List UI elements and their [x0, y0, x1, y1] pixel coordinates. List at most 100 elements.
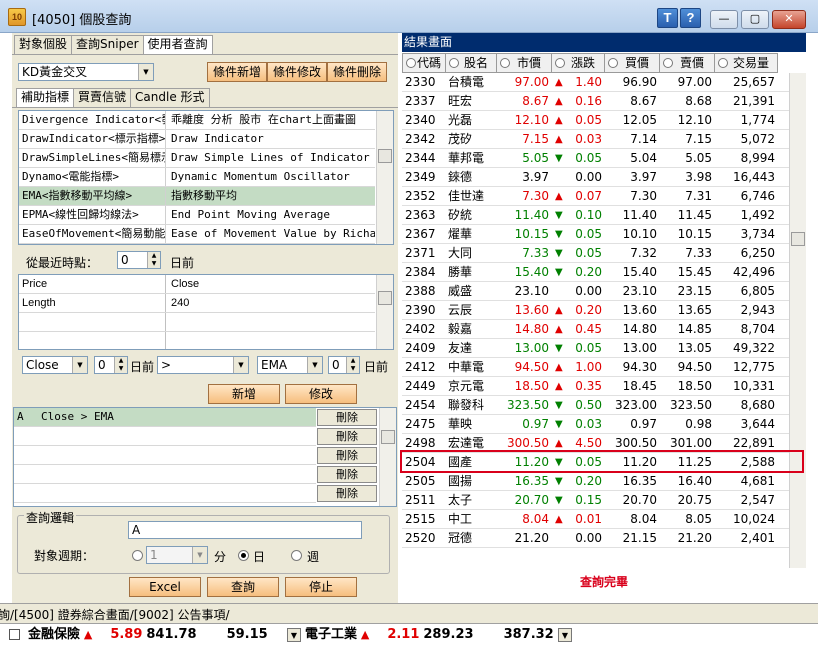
condition-operator-select[interactable]: > ▼ [157, 356, 249, 374]
parameter-row[interactable] [19, 313, 375, 332]
scroll-thumb[interactable] [378, 291, 392, 305]
column-header[interactable]: 交易量 [714, 53, 778, 73]
indicator-row[interactable]: EMA<指數移動平均線> 指數移動平均 [19, 187, 375, 206]
ticker-dropdown-icon[interactable]: ▼ [287, 628, 301, 642]
condition-row[interactable]: A Close > EMA [14, 408, 316, 427]
chevron-down-icon[interactable]: ▼ [192, 547, 207, 563]
condition-row[interactable] [14, 484, 316, 503]
chevron-down-icon[interactable]: ▼ [72, 357, 87, 373]
period-minute-radio[interactable] [132, 550, 143, 561]
delete-condition-button[interactable]: 刪除 [317, 409, 377, 426]
parameter-row[interactable]: Length 240 [19, 294, 375, 313]
indicator-row[interactable]: DrawSimpleLines<簡易標示 Draw Simple Lines of… [19, 149, 375, 168]
indicator-row[interactable]: Dynamo<電能指標> Dynamic Momentum Oscillator [19, 168, 375, 187]
add-condition-button[interactable]: 新增 [208, 384, 280, 404]
delete-condition-button[interactable]: 刪除 [317, 447, 377, 464]
ticker-item[interactable]: 金融保險 ▲ 5.89 841.78 59.15 [28, 624, 268, 646]
parameter-value[interactable] [168, 332, 375, 349]
parameter-value[interactable] [168, 313, 375, 331]
scroll-thumb[interactable] [791, 232, 805, 246]
minimize-button[interactable]: — [710, 10, 738, 29]
parameter-value[interactable]: 240 [168, 294, 375, 312]
result-row[interactable]: 2388 威盛 23.10 0.00 23.10 23.15 6,805 [402, 282, 789, 301]
tab-target-stock[interactable]: 對象個股 [14, 35, 73, 54]
strategy-select[interactable]: KD黃金交叉 ▼ [18, 63, 154, 81]
result-row[interactable]: 2454 聯發科 323.50 ▼ 0.50 323.00 323.50 8,680 [402, 396, 789, 415]
ticker-checkbox[interactable] [9, 629, 20, 640]
result-row[interactable]: 2337 旺宏 8.67 ▲ 0.16 8.67 8.68 21,391 [402, 92, 789, 111]
delete-condition-button[interactable]: 刪除 [317, 466, 377, 483]
result-row[interactable]: 2352 佳世達 7.30 ▲ 0.07 7.30 7.31 6,746 [402, 187, 789, 206]
scroll-thumb[interactable] [378, 149, 392, 163]
result-row[interactable]: 2475 華映 0.97 ▼ 0.03 0.97 0.98 3,644 [402, 415, 789, 434]
result-row[interactable]: 2384 勝華 15.40 ▼ 0.20 15.40 15.45 42,496 [402, 263, 789, 282]
column-header[interactable]: 代碼 [402, 53, 446, 73]
ticker-dropdown-icon[interactable]: ▼ [558, 628, 572, 642]
tab-user-query[interactable]: 使用者查詢 [142, 35, 213, 55]
result-scrollbar[interactable] [789, 73, 806, 568]
chevron-down-icon[interactable]: ▼ [138, 64, 153, 80]
result-row[interactable]: 2363 矽統 11.40 ▼ 0.10 11.40 11.45 1,492 [402, 206, 789, 225]
result-row[interactable]: 2505 國揚 16.35 ▼ 0.20 16.35 16.40 4,681 [402, 472, 789, 491]
minute-interval-select[interactable]: 1 ▼ [146, 546, 208, 564]
spinner-arrows-icon[interactable]: ▲ ▼ [147, 252, 160, 268]
query-button[interactable]: 查詢 [207, 577, 279, 597]
ticker-item[interactable]: 電子工業 ▲ 2.11 289.23 387.32 [305, 624, 554, 646]
result-row[interactable]: 2520 冠德 21.20 0.00 21.15 21.20 2,401 [402, 529, 789, 548]
condition-n2-spinner[interactable]: 0 ▲ ▼ [328, 356, 360, 374]
parameter-row[interactable] [19, 332, 375, 349]
result-row[interactable]: 2340 光磊 12.10 ▲ 0.05 12.05 12.10 1,774 [402, 111, 789, 130]
close-button[interactable]: ✕ [772, 10, 806, 29]
result-row[interactable]: 2344 華邦電 5.05 ▼ 0.05 5.04 5.05 8,994 [402, 149, 789, 168]
chevron-down-icon[interactable]: ▼ [307, 357, 322, 373]
result-row[interactable]: 2449 京元電 18.50 ▲ 0.35 18.45 18.50 10,331 [402, 377, 789, 396]
sort-radio-icon[interactable] [663, 58, 673, 68]
result-row[interactable]: 2390 云辰 13.60 ▲ 0.20 13.60 13.65 2,943 [402, 301, 789, 320]
result-row[interactable]: 2330 台積電 97.00 ▲ 1.40 96.90 97.00 25,657 [402, 73, 789, 92]
tab-candle-pattern[interactable]: Candle 形式 [130, 88, 210, 107]
maximize-button[interactable]: ▢ [741, 10, 769, 29]
tab-aux-indicator[interactable]: 補助指標 [16, 88, 75, 108]
sort-radio-icon[interactable] [449, 58, 459, 68]
excel-button[interactable]: Excel [129, 577, 201, 597]
sort-radio-icon[interactable] [608, 58, 618, 68]
chevron-down-icon[interactable]: ▼ [233, 357, 248, 373]
condition-row[interactable] [14, 446, 316, 465]
result-row[interactable]: 2342 茂矽 7.15 ▲ 0.03 7.14 7.15 5,072 [402, 130, 789, 149]
query-logic-input[interactable]: A [128, 521, 362, 539]
condition-row[interactable] [14, 465, 316, 484]
condition-field1-select[interactable]: Close ▼ [22, 356, 88, 374]
column-header[interactable]: 賣價 [659, 53, 715, 73]
help-t-button[interactable]: T [657, 8, 678, 28]
sort-radio-icon[interactable] [718, 58, 728, 68]
parameter-scrollbar[interactable] [376, 275, 393, 349]
sort-radio-icon[interactable] [555, 58, 565, 68]
spinner-arrows-icon[interactable]: ▲ ▼ [114, 357, 127, 373]
indicator-row[interactable]: EPMA<線性回歸均線法> End Point Moving Average [19, 206, 375, 225]
stop-button[interactable]: 停止 [285, 577, 357, 597]
column-header[interactable]: 市價 [496, 53, 552, 73]
condition-modify-button[interactable]: 條件修改 [267, 62, 327, 82]
condition-n1-spinner[interactable]: 0 ▲ ▼ [94, 356, 128, 374]
condition-delete-button[interactable]: 條件刪除 [327, 62, 387, 82]
modify-condition-button[interactable]: 修改 [285, 384, 357, 404]
result-row[interactable]: 2511 太子 20.70 ▼ 0.15 20.70 20.75 2,547 [402, 491, 789, 510]
condition-scrollbar[interactable] [379, 408, 396, 506]
result-row[interactable]: 2367 燿華 10.15 ▼ 0.05 10.10 10.15 3,734 [402, 225, 789, 244]
recent-spinner[interactable]: 0 ▲ ▼ [117, 251, 161, 269]
column-header[interactable]: 買價 [604, 53, 660, 73]
tab-query-sniper[interactable]: 查詢Sniper [71, 35, 144, 54]
column-header[interactable]: 股名 [445, 53, 497, 73]
spinner-arrows-icon[interactable]: ▲ ▼ [346, 357, 359, 373]
sort-radio-icon[interactable] [500, 58, 510, 68]
parameter-row[interactable]: Price Close [19, 275, 375, 294]
indicator-row[interactable]: DrawIndicator<標示指標> Draw Indicator [19, 130, 375, 149]
result-row[interactable]: 2371 大同 7.33 ▼ 0.05 7.32 7.33 6,250 [402, 244, 789, 263]
delete-condition-button[interactable]: 刪除 [317, 485, 377, 502]
result-row[interactable]: 2402 毅嘉 14.80 ▲ 0.45 14.80 14.85 8,704 [402, 320, 789, 339]
delete-condition-button[interactable]: 刪除 [317, 428, 377, 445]
condition-field2-select[interactable]: EMA ▼ [257, 356, 323, 374]
sort-radio-icon[interactable] [406, 58, 416, 68]
result-row[interactable]: 2515 中工 8.04 ▲ 0.01 8.04 8.05 10,024 [402, 510, 789, 529]
scroll-thumb[interactable] [381, 430, 395, 444]
